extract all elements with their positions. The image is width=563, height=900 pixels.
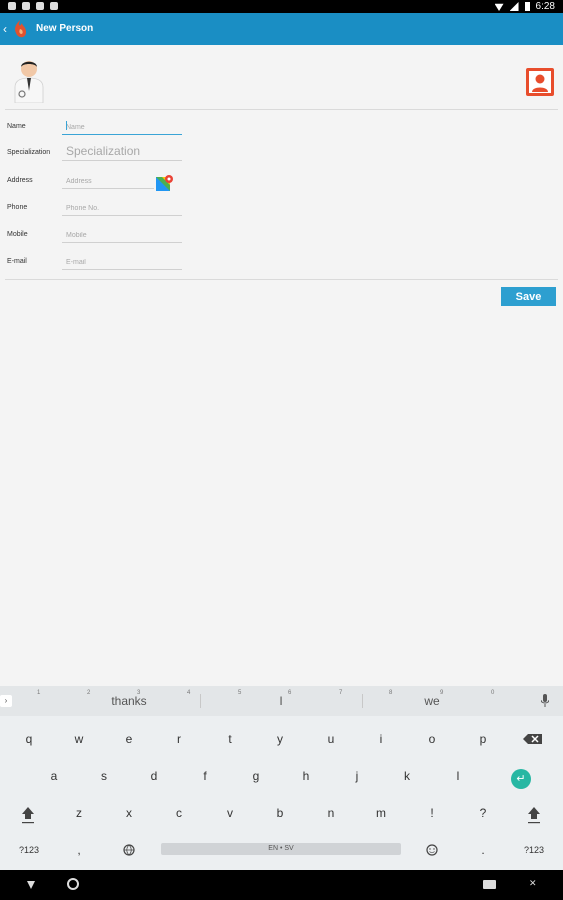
- mobile-field-wrap: [62, 224, 186, 245]
- key-question[interactable]: ?: [463, 798, 503, 828]
- key-e[interactable]: e: [109, 724, 149, 754]
- divider: [5, 109, 558, 110]
- signal-icon: [509, 2, 519, 11]
- key-y[interactable]: y: [260, 724, 300, 754]
- contacts-icon[interactable]: [525, 67, 555, 97]
- period-key[interactable]: .: [463, 835, 503, 865]
- key-exclamation[interactable]: !: [412, 798, 452, 828]
- mobile-field[interactable]: [62, 226, 186, 245]
- email-field[interactable]: [62, 253, 186, 272]
- email-field-wrap: [62, 251, 186, 272]
- wifi-icon: [494, 3, 504, 11]
- divider: [5, 279, 558, 280]
- notification-icon: [8, 2, 16, 10]
- shift-icon[interactable]: [514, 798, 554, 828]
- key-d[interactable]: d: [134, 761, 174, 791]
- emoji-icon[interactable]: [412, 835, 452, 865]
- key-b[interactable]: b: [260, 798, 300, 828]
- key-c[interactable]: c: [159, 798, 199, 828]
- key-h[interactable]: h: [286, 761, 326, 791]
- key-w[interactable]: w: [59, 724, 99, 754]
- home-icon[interactable]: [67, 878, 79, 890]
- key-k[interactable]: k: [387, 761, 427, 791]
- key-u[interactable]: u: [311, 724, 351, 754]
- notification-icons: [8, 2, 58, 10]
- comma-key[interactable]: ,: [59, 835, 99, 865]
- soft-keyboard: › thanks I we q1w2e3r4t5y6u7i8o9p0 asdfg…: [0, 686, 563, 870]
- key-l[interactable]: l: [438, 761, 478, 791]
- key-hint: 0: [491, 690, 495, 696]
- address-field[interactable]: [62, 172, 158, 191]
- maps-icon[interactable]: [156, 174, 174, 192]
- key-s[interactable]: s: [84, 761, 124, 791]
- close-icon[interactable]: ✕: [529, 878, 537, 889]
- space-key[interactable]: EN • SV: [161, 843, 401, 855]
- globe-icon[interactable]: [109, 835, 149, 865]
- key-j[interactable]: j: [337, 761, 377, 791]
- key-i[interactable]: i: [361, 724, 401, 754]
- address-field-wrap: [62, 170, 158, 191]
- shift-icon[interactable]: [8, 798, 48, 828]
- action-bar: ‹ New Person: [0, 13, 563, 45]
- phone-field-wrap: [62, 197, 186, 218]
- key-a[interactable]: a: [34, 761, 74, 791]
- text-cursor: [66, 121, 67, 130]
- phone-label: Phone: [7, 204, 28, 211]
- mobile-label: Mobile: [7, 231, 28, 238]
- key-p[interactable]: p: [463, 724, 503, 754]
- symbols-key-right[interactable]: ?123: [514, 835, 554, 865]
- backspace-icon[interactable]: [517, 724, 551, 754]
- battery-icon: [524, 2, 530, 11]
- key-o[interactable]: o: [412, 724, 452, 754]
- notification-icon: [36, 2, 44, 10]
- key-q[interactable]: q: [9, 724, 49, 754]
- expand-icon[interactable]: ›: [0, 695, 12, 707]
- key-r[interactable]: r: [159, 724, 199, 754]
- person-avatar-icon[interactable]: [12, 57, 46, 103]
- name-label: Name: [7, 123, 26, 130]
- phone-field[interactable]: [62, 199, 186, 218]
- email-label: E-mail: [7, 258, 27, 265]
- symbols-key[interactable]: ?123: [9, 835, 49, 865]
- enter-icon[interactable]: ↵: [511, 769, 531, 789]
- back-icon[interactable]: [27, 881, 35, 889]
- app-logo-icon[interactable]: [11, 19, 29, 39]
- specialization-label: Specialization: [7, 149, 51, 156]
- key-x[interactable]: x: [109, 798, 149, 828]
- page-title: New Person: [36, 23, 94, 34]
- navigation-bar: ✕: [0, 870, 563, 900]
- keyboard-switch-icon[interactable]: [483, 880, 496, 889]
- key-g[interactable]: g: [236, 761, 276, 791]
- address-label: Address: [7, 177, 33, 184]
- specialization-field-wrap: [62, 142, 186, 161]
- notification-icon: [22, 2, 30, 10]
- name-field[interactable]: [62, 118, 186, 137]
- key-n[interactable]: n: [311, 798, 351, 828]
- key-z[interactable]: z: [59, 798, 99, 828]
- status-bar: 6:28: [0, 0, 563, 13]
- notification-icon: [50, 2, 58, 10]
- back-arrow-icon[interactable]: ‹: [3, 22, 7, 36]
- save-button[interactable]: Save: [501, 287, 556, 306]
- key-v[interactable]: v: [210, 798, 250, 828]
- name-field-wrap: [62, 116, 186, 137]
- key-f[interactable]: f: [185, 761, 225, 791]
- key-t[interactable]: t: [210, 724, 250, 754]
- status-time: 6:28: [535, 1, 555, 12]
- key-m[interactable]: m: [361, 798, 401, 828]
- specialization-field[interactable]: [62, 142, 186, 160]
